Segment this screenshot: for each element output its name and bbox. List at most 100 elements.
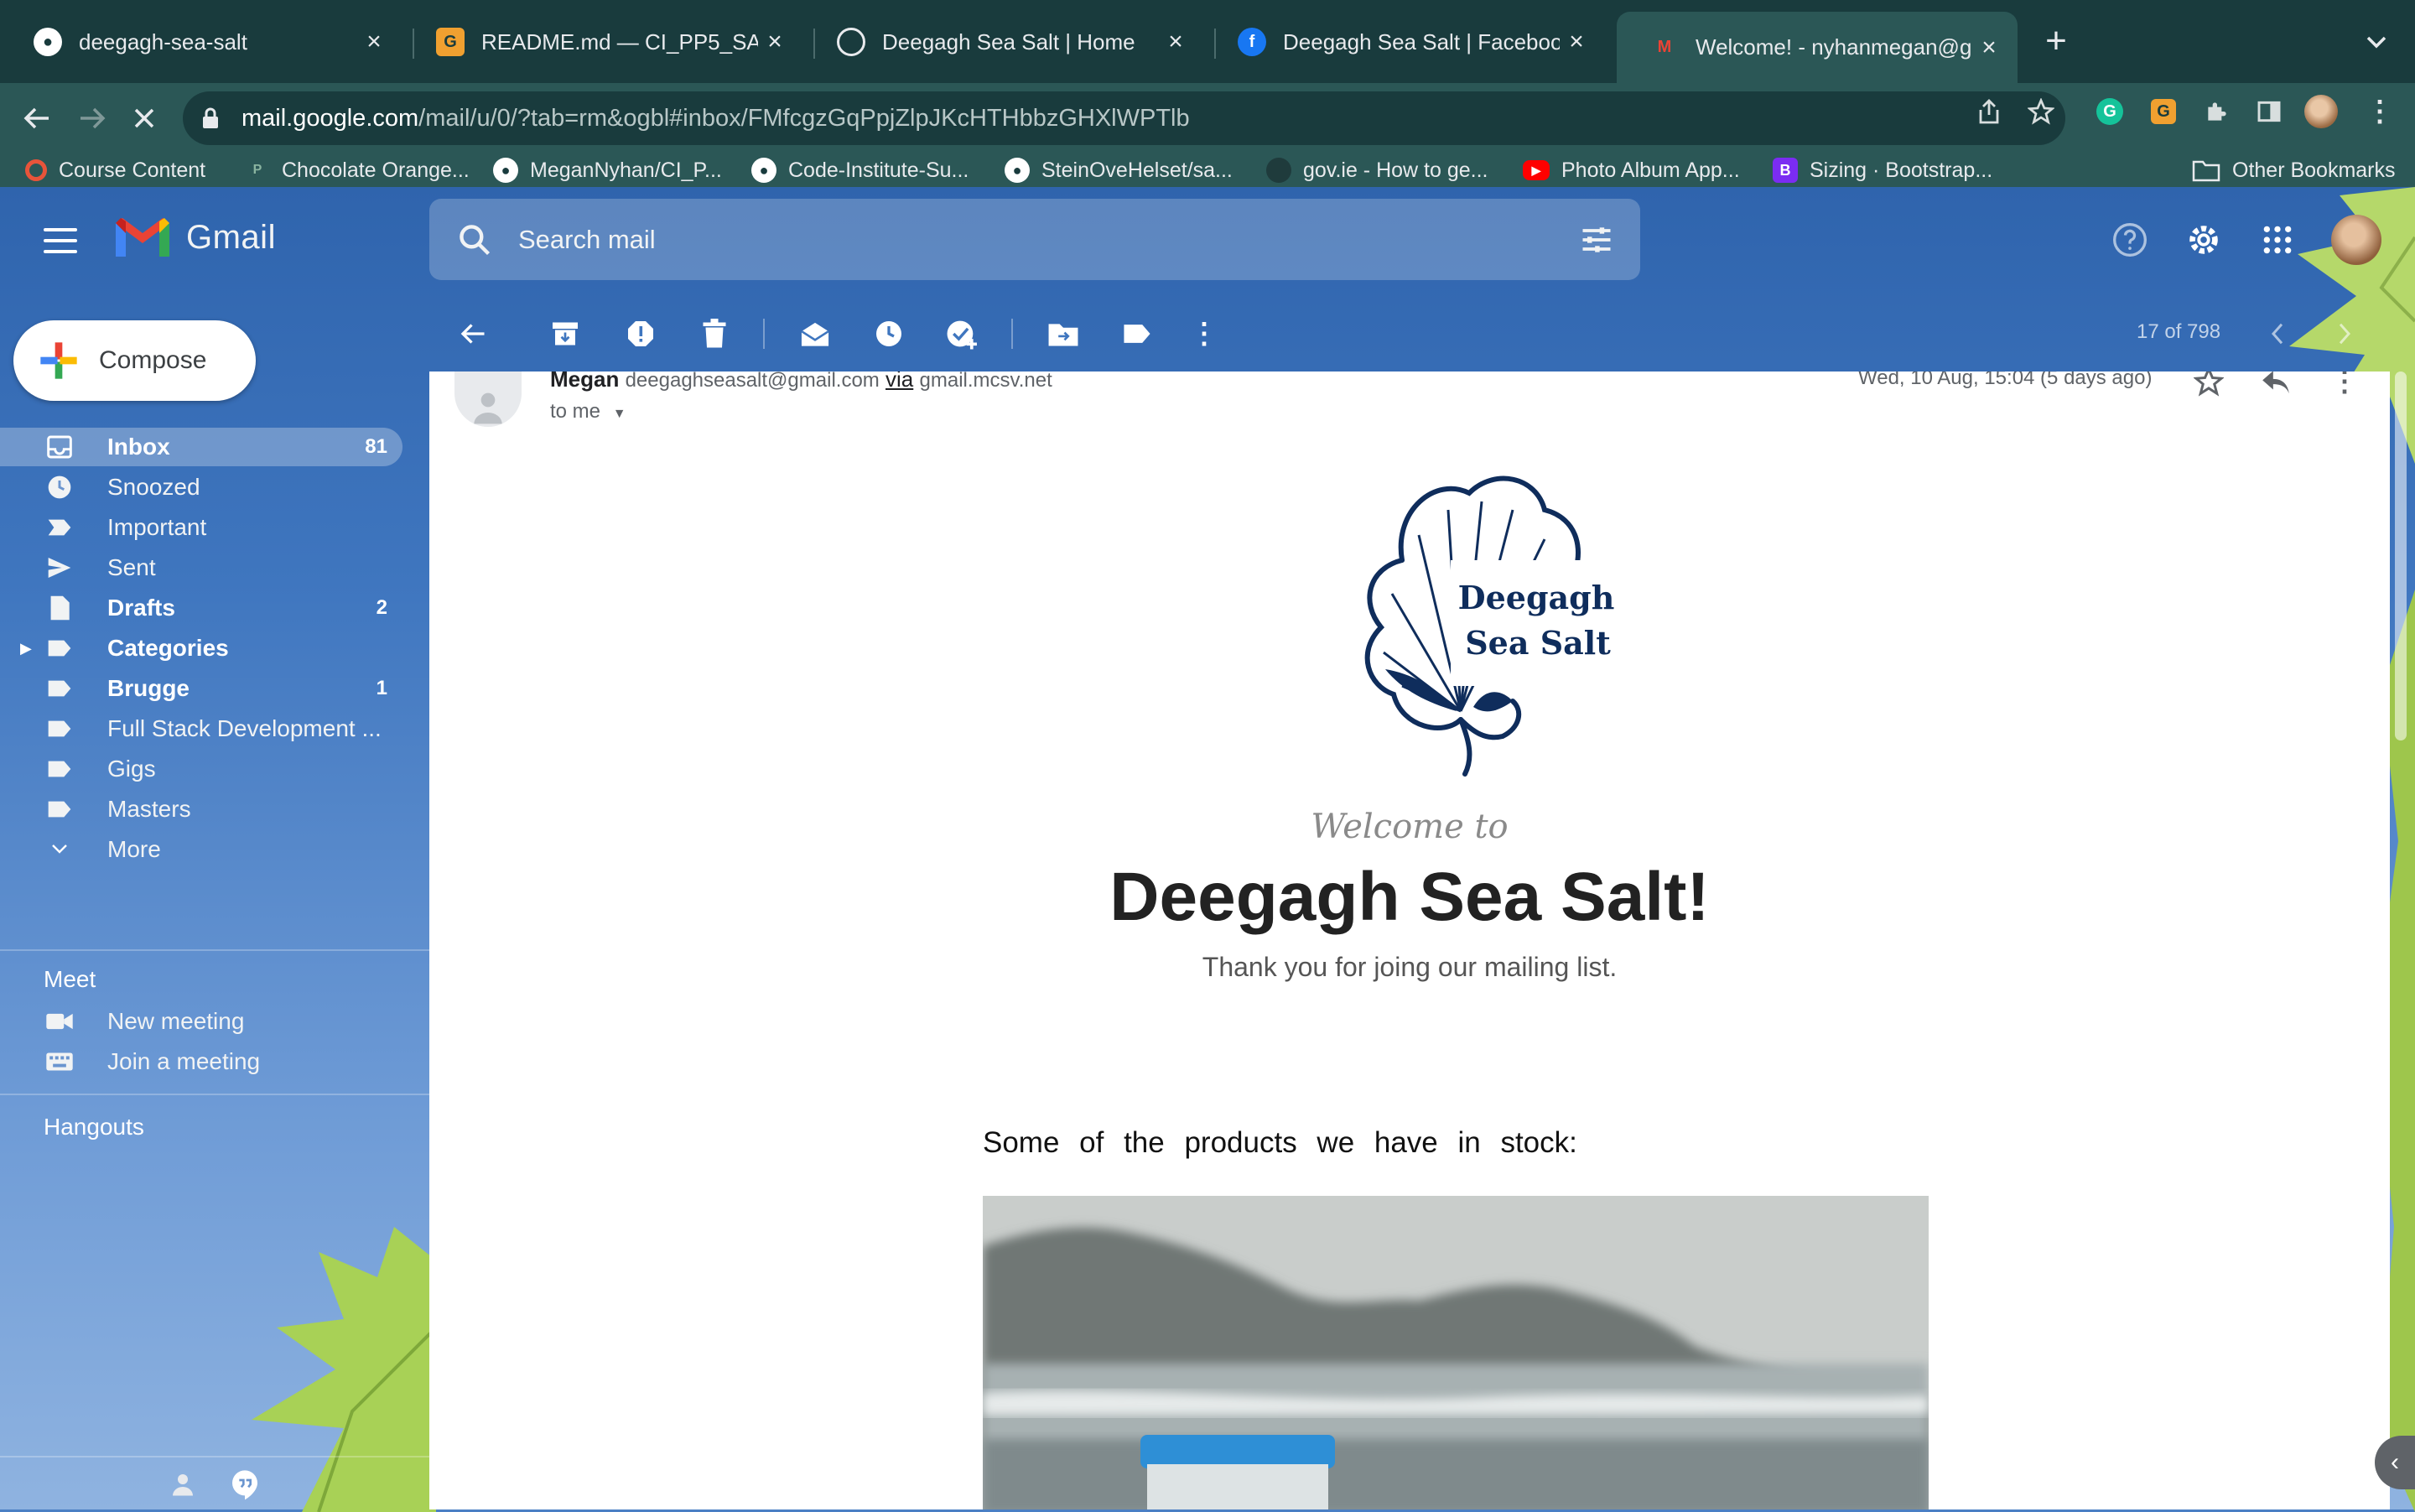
gmail-logo[interactable]: Gmail	[112, 215, 276, 260]
nav-snoozed[interactable]: Snoozed	[0, 468, 402, 507]
github-icon: ●	[493, 158, 518, 183]
move-to-folder-icon[interactable]	[1045, 315, 1082, 352]
bookmark-star-icon[interactable]	[2024, 95, 2058, 128]
back-to-inbox-arrow-icon[interactable]	[454, 315, 491, 352]
recipient-toggle[interactable]: to me ▼	[550, 400, 626, 423]
delete-trash-icon[interactable]	[696, 315, 733, 352]
inbox-icon	[45, 433, 74, 461]
archive-icon[interactable]	[547, 315, 584, 352]
newer-chevron-left-icon[interactable]	[2259, 315, 2296, 352]
label-icon	[45, 674, 74, 703]
nav-drafts[interactable]: Drafts 2	[0, 589, 402, 627]
report-spam-icon[interactable]	[622, 315, 659, 352]
tab-gmail-welcome[interactable]: M Welcome! - nyhanmegan@gma ×	[1617, 12, 2018, 83]
close-tab-icon[interactable]: ×	[1972, 34, 2006, 62]
tab-deegagh-home[interactable]: Deegagh Sea Salt | Home ×	[803, 12, 1204, 72]
gitpod-icon: G	[436, 28, 465, 56]
search-options-icon[interactable]	[1578, 221, 1615, 258]
bookmark-photo-album[interactable]: ▶ Photo Album App...	[1523, 155, 1740, 185]
nav-label-full-stack[interactable]: Full Stack Development ...	[0, 709, 402, 748]
tab-readme[interactable]: G README.md — CI_PP5_SALT – ×	[402, 12, 803, 72]
close-tab-icon[interactable]: ×	[1159, 28, 1192, 56]
help-icon[interactable]	[2110, 220, 2150, 260]
chevron-down-icon	[45, 835, 74, 864]
forward-arrow-icon[interactable]	[72, 98, 112, 138]
back-arrow-icon[interactable]	[17, 98, 57, 138]
hangouts-chat-icon[interactable]	[228, 1468, 262, 1501]
bookmark-gov-ie[interactable]: gov.ie - How to ge...	[1266, 155, 1488, 185]
nav-label-gigs[interactable]: Gigs	[0, 750, 402, 788]
bookmark-bootstrap-sizing[interactable]: B Sizing · Bootstrap...	[1773, 155, 1992, 185]
hangouts-contacts-icon[interactable]	[168, 1469, 198, 1499]
star-icon[interactable]	[2192, 372, 2225, 398]
nav-label: Full Stack Development ...	[107, 715, 382, 741]
join-meeting-link[interactable]: Join a meeting	[0, 1042, 402, 1081]
account-avatar[interactable]	[2331, 215, 2381, 265]
google-apps-grid-icon[interactable]	[2257, 220, 2298, 260]
tab-deegagh-sea-salt[interactable]: ● deegagh-sea-salt ×	[0, 12, 402, 72]
label-tag-icon[interactable]	[1119, 315, 1156, 352]
main-menu-icon[interactable]	[44, 228, 77, 253]
compose-plus-icon	[40, 342, 77, 379]
stop-loading-icon[interactable]	[124, 98, 164, 138]
address-bar[interactable]: mail.google.com/mail/u/0/?tab=rm&ogbl#in…	[183, 91, 2065, 145]
side-panel-icon[interactable]	[2252, 95, 2286, 128]
add-to-tasks-icon[interactable]	[944, 315, 981, 352]
bookmark-chocolate-orange[interactable]: P Chocolate Orange...	[245, 155, 470, 185]
mark-unread-icon[interactable]	[797, 315, 834, 352]
other-bookmarks[interactable]: Other Bookmarks	[2192, 155, 2396, 185]
via-link[interactable]: via	[886, 372, 913, 392]
nav-sent[interactable]: Sent	[0, 548, 402, 587]
share-icon[interactable]	[1972, 95, 2006, 128]
snooze-clock-icon[interactable]	[870, 315, 907, 352]
tab-facebook[interactable]: f Deegagh Sea Salt | Facebook ×	[1204, 12, 1605, 72]
new-tab-button[interactable]: +	[2039, 18, 2073, 64]
nav-categories[interactable]: ▶ Categories	[0, 629, 402, 668]
maple-leaf-decoration-icon	[252, 1227, 436, 1512]
bookmark-steinovehelset[interactable]: ● SteinOveHelset/sa...	[1005, 155, 1233, 185]
settings-gear-icon[interactable]	[2184, 220, 2224, 260]
nav-label-brugge[interactable]: Brugge 1	[0, 669, 402, 708]
nav-more[interactable]: More	[0, 830, 402, 869]
profile-avatar[interactable]	[2304, 95, 2338, 128]
browser-toolbar: mail.google.com/mail/u/0/?tab=rm&ogbl#in…	[0, 83, 2415, 153]
search-mail-box[interactable]: Search mail	[429, 199, 1640, 280]
new-meeting-link[interactable]: New meeting	[0, 1002, 402, 1041]
nav-label: Brugge	[107, 675, 190, 701]
message-more-kebab-icon[interactable]: ⋮	[2328, 372, 2361, 398]
url-path: /mail/u/0/?tab=rm&ogbl#inbox/FMfcgzGqPpj…	[418, 104, 1190, 132]
expand-arrow-icon[interactable]: ▶	[20, 640, 32, 657]
tab-title: deegagh-sea-salt	[79, 29, 247, 55]
tab-title: README.md — CI_PP5_SALT –	[481, 29, 758, 55]
nav-count: 1	[376, 677, 387, 699]
gitpod-extension-icon[interactable]: G	[2147, 95, 2180, 128]
bookmark-course-content[interactable]: Course Content	[25, 155, 205, 185]
youtube-icon: ▶	[1523, 160, 1550, 180]
nav-inbox[interactable]: Inbox 81	[0, 428, 402, 466]
close-tab-icon[interactable]: ×	[758, 28, 792, 56]
logo-text-line1: Deegagh	[1458, 579, 1615, 616]
nav-label-masters[interactable]: Masters	[0, 790, 402, 829]
tab-title: Deegagh Sea Salt | Home	[882, 29, 1135, 55]
close-tab-icon[interactable]: ×	[357, 28, 391, 56]
reply-arrow-icon[interactable]	[2259, 372, 2293, 398]
nav-important[interactable]: Important	[0, 508, 402, 547]
gmail-m-icon	[116, 218, 169, 257]
product-photo-image	[983, 1196, 1929, 1509]
close-tab-icon[interactable]: ×	[1560, 28, 1593, 56]
meet-item-label: Join a meeting	[107, 1048, 261, 1074]
bookmark-meganyhan[interactable]: ● MeganNyhan/CI_P...	[493, 155, 722, 185]
more-options-kebab-icon[interactable]: ⋮	[1186, 315, 1223, 352]
menu-kebab-icon[interactable]: ⋮	[2363, 95, 2397, 128]
bookmark-code-institute[interactable]: ● Code-Institute-Su...	[751, 155, 969, 185]
gmail-wordmark: Gmail	[186, 218, 276, 256]
extensions-puzzle-icon[interactable]	[2200, 95, 2234, 128]
compose-button[interactable]: Compose	[13, 320, 256, 401]
tab-search-chevron-icon[interactable]	[2360, 25, 2393, 59]
message-scrollbar[interactable]	[2395, 372, 2407, 740]
deegagh-sea-salt-logo: Deegagh Sea Salt	[1293, 460, 1628, 778]
older-chevron-right-icon[interactable]	[2326, 315, 2363, 352]
recipient-label: to me	[550, 400, 601, 423]
grammarly-extension-icon[interactable]: G	[2093, 95, 2127, 128]
important-marker-icon	[45, 513, 74, 542]
